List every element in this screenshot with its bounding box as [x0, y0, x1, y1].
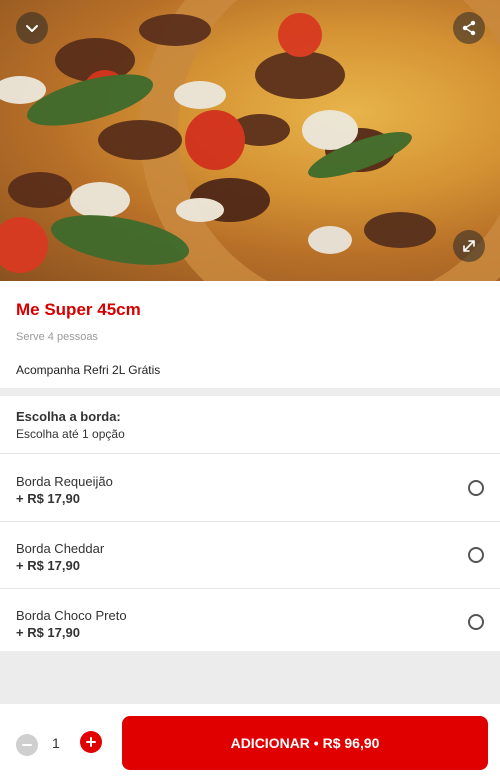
product-title: Me Super 45cm [16, 300, 141, 319]
footer-bar: 1 ADICIONAR • R$ 96,90 [0, 704, 500, 776]
option-name: Borda Cheddar [16, 541, 105, 556]
expand-image-button[interactable] [453, 230, 485, 262]
section-divider [0, 388, 500, 396]
quantity-value: 1 [52, 735, 60, 751]
crust-option[interactable]: Borda Requeijão + R$ 17,90 [0, 455, 500, 522]
product-description: Acompanha Refri 2L Grátis [16, 363, 161, 377]
decrease-quantity-button[interactable] [16, 734, 38, 756]
expand-icon [463, 240, 475, 252]
crust-group-subtitle: Escolha até 1 opção [16, 427, 125, 441]
plus-icon [86, 737, 96, 747]
share-icon [462, 20, 476, 36]
option-radio[interactable] [468, 480, 484, 496]
option-radio[interactable] [468, 614, 484, 630]
option-price: + R$ 17,90 [16, 491, 80, 506]
add-to-cart-button[interactable]: ADICIONAR • R$ 96,90 [122, 716, 488, 770]
option-price: + R$ 17,90 [16, 558, 80, 573]
crust-group-header [0, 396, 500, 454]
option-radio[interactable] [468, 547, 484, 563]
product-image [0, 0, 500, 281]
product-serves: Serve 4 pessoas [16, 331, 98, 343]
crust-group-title: Escolha a borda: [16, 409, 121, 424]
option-name: Borda Choco Preto [16, 608, 127, 623]
option-name: Borda Requeijão [16, 474, 113, 489]
pizza-toppings [0, 13, 436, 273]
minus-icon [22, 744, 32, 746]
option-price: + R$ 17,90 [16, 625, 80, 640]
crust-option[interactable]: Borda Cheddar + R$ 17,90 [0, 522, 500, 589]
collapse-button[interactable] [16, 12, 48, 44]
share-button[interactable] [453, 12, 485, 44]
bottom-spacer [0, 651, 500, 704]
crust-option[interactable]: Borda Choco Preto + R$ 17,90 [0, 589, 500, 651]
increase-quantity-button[interactable] [80, 731, 102, 753]
chevron-down-icon [26, 25, 38, 32]
